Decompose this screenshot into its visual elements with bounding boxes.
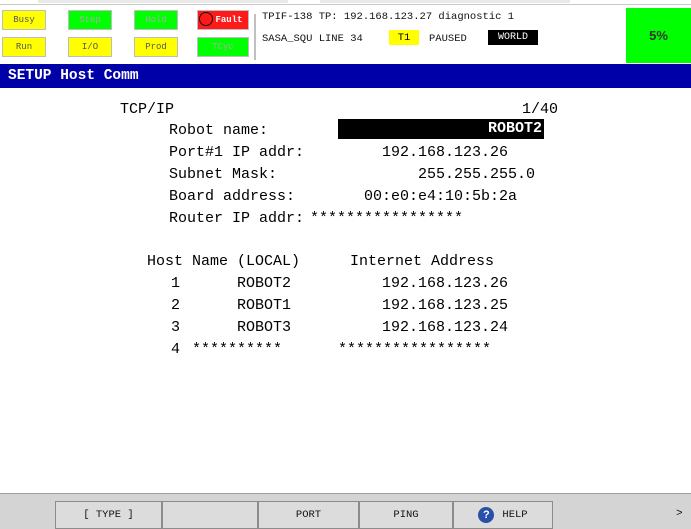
f4-ping-key[interactable]: PING	[359, 501, 453, 529]
led-hold: Hold	[134, 10, 178, 30]
screen-title: SETUP Host Comm	[0, 64, 691, 88]
led-label: Step	[79, 15, 101, 25]
host-address-field[interactable]: 192.168.123.24	[382, 319, 508, 336]
top-border-segment	[320, 0, 570, 3]
status-message-box: TPIF-138 TP: 192.168.123.27 diagnostic 1…	[258, 8, 623, 52]
column-header-host-name: Host Name (LOCAL)	[147, 253, 301, 270]
field-label-board-address: Board address:	[169, 188, 296, 205]
port1-ip-field[interactable]: 192.168.123.26	[382, 144, 508, 161]
led-label: TCyc	[212, 42, 234, 52]
board-address-field: 00:e0:e4:10:5b:2a	[364, 188, 518, 205]
run-state: PAUSED	[429, 33, 467, 45]
robot-name-field[interactable]: ROBOT2	[338, 119, 544, 139]
f1-type-key[interactable]: [ TYPE ]	[55, 501, 162, 529]
host-row-number: 3	[171, 319, 181, 336]
mode-badge: T1	[389, 30, 419, 45]
status-divider	[254, 14, 256, 60]
top-border-segment	[38, 0, 288, 3]
led-label: Hold	[145, 15, 167, 25]
led-label: Busy	[13, 15, 35, 25]
host-name-field[interactable]: ROBOT2	[237, 275, 291, 292]
speed-override[interactable]: 5%	[626, 8, 691, 63]
field-label-robot-name: Robot name:	[169, 122, 269, 139]
led-prod: Prod	[134, 37, 178, 57]
f2-key[interactable]	[162, 501, 258, 529]
field-label-router-ip: Router IP addr:	[169, 210, 305, 227]
led-busy: Busy	[2, 10, 46, 30]
setup-host-comm-panel: TCP/IP 1/40 Robot name: ROBOT2 Port#1 IP…	[0, 88, 691, 493]
subnet-mask-field[interactable]: 255.255.255.0	[418, 166, 535, 183]
host-row-number: 4	[171, 341, 181, 358]
host-name-field[interactable]: ROBOT1	[237, 297, 291, 314]
led-label: I/O	[81, 42, 99, 52]
section-heading: TCP/IP	[120, 101, 175, 118]
help-key-label: HELP	[502, 509, 528, 521]
host-row-number: 1	[171, 275, 181, 292]
led-io: I/O	[68, 37, 112, 57]
program-line: SASA_SQU LINE 34	[262, 33, 363, 45]
field-label-port1-ip: Port#1 IP addr:	[169, 144, 305, 161]
led-run: Run	[2, 37, 46, 57]
column-header-internet-address: Internet Address	[350, 253, 495, 270]
led-label: Run	[15, 42, 33, 52]
host-row-number: 2	[171, 297, 181, 314]
host-address-field[interactable]: 192.168.123.25	[382, 297, 508, 314]
led-label: Prod	[145, 42, 167, 52]
page-indicator: 1/40	[522, 101, 559, 118]
coord-system-badge: WORLD	[488, 30, 538, 45]
host-address-field[interactable]: *****************	[338, 341, 491, 358]
led-label: Fault	[215, 15, 243, 25]
host-name-field[interactable]: ROBOT3	[237, 319, 291, 336]
led-fault: Fault	[197, 10, 249, 30]
alarm-message: TPIF-138 TP: 192.168.123.27 diagnostic 1	[262, 11, 515, 23]
help-icon: ?	[478, 507, 495, 523]
f5-help-key[interactable]: ? HELP	[453, 501, 553, 529]
next-page-key[interactable]: >	[676, 508, 683, 520]
function-key-bar: [ TYPE ] PORT PING ? HELP >	[0, 493, 691, 529]
router-ip-field[interactable]: *****************	[310, 210, 463, 227]
host-name-field[interactable]: **********	[192, 341, 282, 358]
led-tcyc: TCyc	[197, 37, 249, 57]
host-address-field[interactable]: 192.168.123.26	[382, 275, 508, 292]
top-border	[0, 0, 691, 5]
led-step: Step	[68, 10, 112, 30]
f3-port-key[interactable]: PORT	[258, 501, 359, 529]
fault-indicator-icon	[199, 12, 213, 26]
field-label-subnet-mask: Subnet Mask:	[169, 166, 278, 183]
